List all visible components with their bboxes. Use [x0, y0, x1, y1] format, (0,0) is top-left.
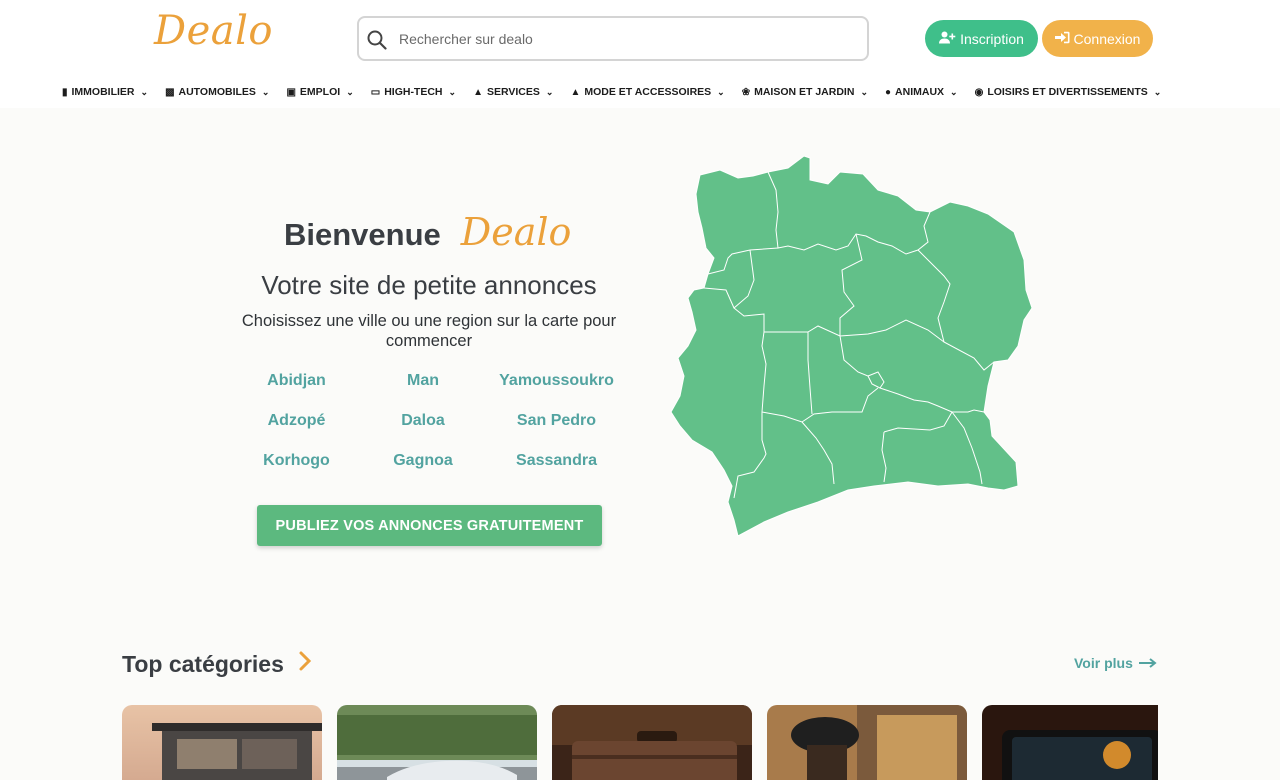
category-card-high-tech[interactable] — [982, 705, 1158, 780]
city-link-yamoussoukro[interactable]: Yamoussoukro — [483, 372, 630, 393]
login-label: Connexion — [1073, 30, 1141, 47]
seedling-icon: ❀ — [741, 86, 751, 98]
see-more-link[interactable]: Voir plus — [1074, 655, 1157, 671]
chevron-down-icon: ⌄ — [717, 86, 725, 97]
car-image — [337, 705, 537, 780]
city-link-daloa[interactable]: Daloa — [363, 412, 483, 433]
nav-item-high-tech[interactable]: ▭ HIGH-TECH ⌄ — [371, 86, 456, 98]
category-card-automobiles[interactable] — [337, 705, 537, 780]
chevron-down-icon: ⌄ — [261, 86, 270, 97]
city-links: Abidjan Man Yamoussoukro Adzopé Daloa Sa… — [230, 372, 630, 473]
nav-item-immobilier[interactable]: ▮ IMMOBILIER ⌄ — [62, 86, 148, 98]
search-bar[interactable] — [357, 16, 869, 61]
site-header: Dealo Inscription Connexion ▮ IMMOBILIER… — [0, 0, 1280, 108]
hero-instruction: Choisissez une ville ou une region sur l… — [241, 312, 617, 350]
welcome-heading: Bienvenue Dealo — [284, 210, 571, 254]
nav-item-mode[interactable]: ▲ MODE ET ACCESSOIRES ⌄ — [570, 86, 724, 98]
nav-item-loisirs[interactable]: ◉ LOISIRS ET DIVERTISSEMENTS ⌄ — [975, 86, 1162, 98]
region-map[interactable] — [668, 150, 1038, 542]
paw-icon: ● — [884, 86, 892, 98]
chevron-down-icon: ⌄ — [1153, 86, 1162, 97]
city-link-sassandra[interactable]: Sassandra — [483, 452, 630, 473]
nav-label: MODE ET ACCESSOIRES — [584, 86, 712, 98]
welcome-text: Bienvenue — [284, 217, 441, 252]
laptop-icon: ▭ — [370, 86, 381, 98]
nav-item-animaux[interactable]: ● ANIMAUX ⌄ — [885, 86, 958, 98]
login-button[interactable]: Connexion — [1042, 20, 1153, 57]
nav-label: SERVICES — [486, 86, 540, 98]
nav-label: ANIMAUX — [895, 86, 945, 98]
ball-icon: ◉ — [974, 86, 984, 98]
nav-item-automobiles[interactable]: ▩ AUTOMOBILES ⌄ — [165, 86, 269, 98]
nav-label: AUTOMOBILES — [178, 86, 256, 98]
category-card-immobilier[interactable] — [122, 705, 322, 780]
briefcase-icon: ▣ — [286, 86, 296, 98]
nav-item-emploi[interactable]: ▣ EMPLOI ⌄ — [286, 86, 353, 98]
signup-label: Inscription — [960, 30, 1024, 47]
service-bell-icon: ▲ — [473, 86, 483, 98]
chevron-down-icon: ⌄ — [950, 86, 958, 97]
city-link-man[interactable]: Man — [363, 372, 483, 393]
chevron-right-icon[interactable] — [298, 650, 312, 679]
nav-label: LOISIRS ET DIVERTISSEMENTS — [987, 86, 1148, 98]
car-icon: ▩ — [165, 86, 175, 98]
nav-label: HIGH-TECH — [384, 86, 443, 98]
sign-in-icon — [1054, 31, 1070, 47]
user-plus-icon — [939, 31, 956, 47]
category-cards — [122, 705, 1158, 780]
category-card-services[interactable] — [767, 705, 967, 780]
nav-label: EMPLOI — [299, 86, 341, 98]
category-nav: ▮ IMMOBILIER ⌄ ▩ AUTOMOBILES ⌄ ▣ EMPLOI … — [62, 82, 1218, 102]
chevron-down-icon: ⌄ — [860, 86, 868, 97]
nav-item-maison[interactable]: ❀ MAISON ET JARDIN ⌄ — [742, 86, 868, 98]
building-icon: ▮ — [62, 86, 68, 98]
house-image — [122, 705, 322, 780]
tablet-image — [982, 705, 1158, 780]
top-categories-heading: Top catégories — [122, 650, 312, 679]
arrow-right-icon — [1138, 655, 1157, 671]
signup-button[interactable]: Inscription — [925, 20, 1038, 57]
city-link-abidjan[interactable]: Abidjan — [230, 372, 363, 393]
see-more-label: Voir plus — [1074, 655, 1133, 671]
electrician-image — [767, 705, 967, 780]
city-link-gagnoa[interactable]: Gagnoa — [363, 452, 483, 473]
chevron-down-icon: ⌄ — [545, 86, 554, 97]
nav-label: MAISON ET JARDIN — [754, 86, 855, 98]
city-link-korhogo[interactable]: Korhogo — [230, 452, 363, 473]
publish-ad-button[interactable]: PUBLIEZ VOS ANNONCES GRATUITEMENT — [257, 505, 602, 546]
briefcase-image — [552, 705, 752, 780]
chevron-down-icon: ⌄ — [448, 86, 457, 97]
nav-label: IMMOBILIER — [71, 86, 135, 98]
hero-subtitle: Votre site de petite annonces — [261, 270, 597, 300]
city-link-san-pedro[interactable]: San Pedro — [483, 412, 630, 433]
search-input[interactable] — [399, 30, 839, 47]
shirt-icon: ▲ — [570, 86, 581, 98]
search-icon[interactable] — [363, 18, 399, 59]
category-card-emploi[interactable] — [552, 705, 752, 780]
city-link-adzope[interactable]: Adzopé — [230, 412, 363, 433]
nav-item-services[interactable]: ▲ SERVICES ⌄ — [473, 86, 553, 98]
map-country-shape[interactable] — [670, 155, 1033, 537]
chevron-down-icon: ⌄ — [140, 86, 149, 97]
welcome-brand: Dealo — [460, 210, 572, 254]
chevron-down-icon: ⌄ — [346, 86, 354, 97]
top-categories-title: Top catégories — [122, 651, 284, 677]
site-logo[interactable]: Dealo — [154, 8, 273, 54]
